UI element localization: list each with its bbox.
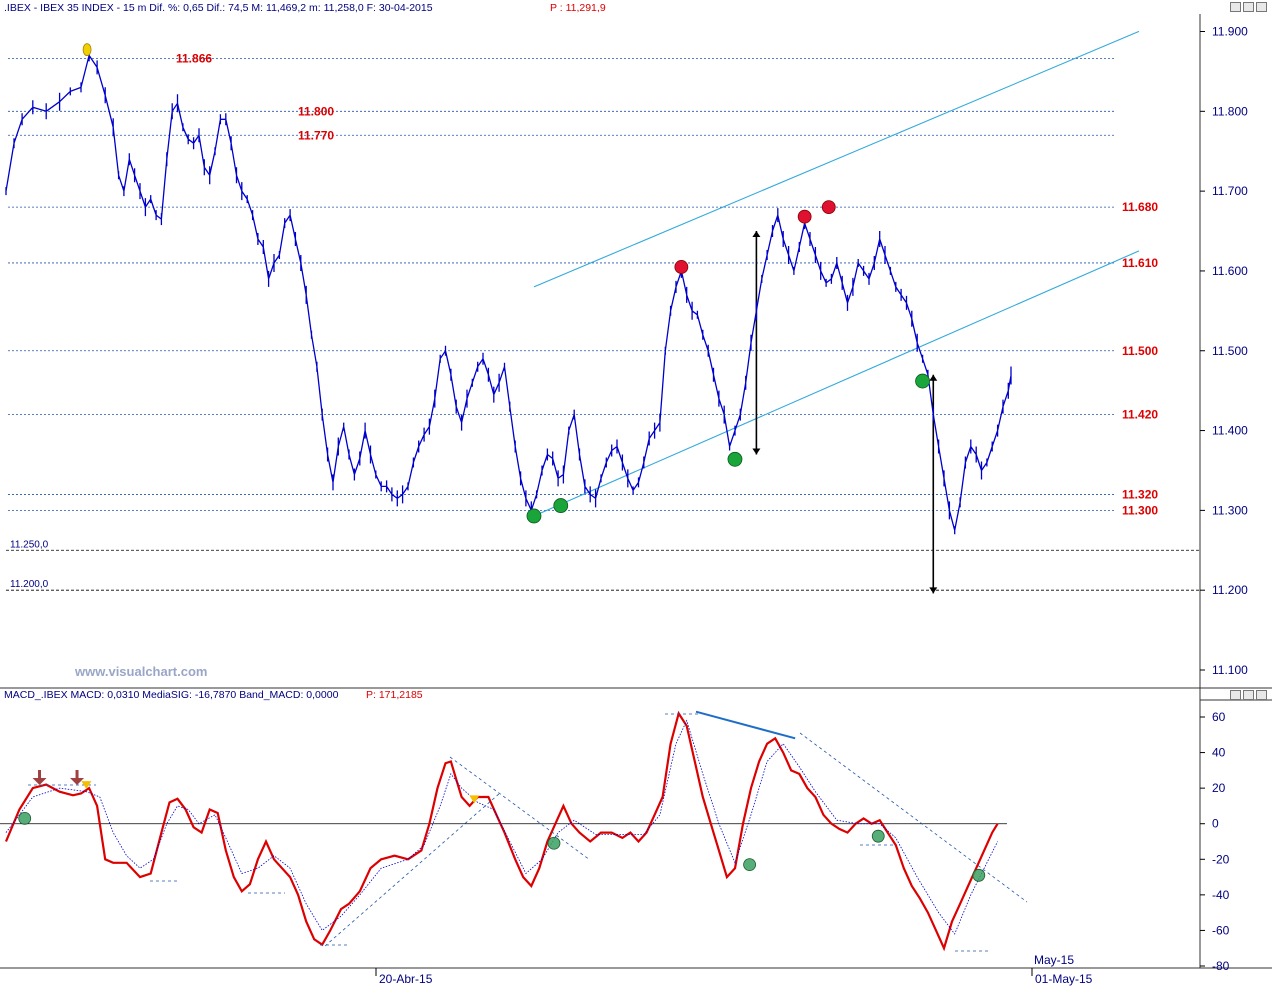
ref-label-0: 11.250,0 — [10, 539, 49, 550]
macd-tick-label-2: 20 — [1212, 781, 1226, 795]
macd-header-info: MACD_.IBEX MACD: 0,0310 MediaSIG: -16,78… — [4, 689, 339, 701]
top-marker — [82, 43, 92, 57]
price-header-last: P : 11,291,9 — [550, 2, 606, 14]
price-header-info: .IBEX - IBEX 35 INDEX - 15 m Dif. %: 0,6… — [4, 2, 433, 14]
price-tick-label-0: 11.900 — [1212, 25, 1248, 39]
watermark: www.visualchart.com — [74, 664, 207, 679]
macd-tick-label-7: -80 — [1212, 959, 1230, 973]
price-tick-label-2: 11.700 — [1212, 184, 1248, 198]
red-circle-2 — [821, 200, 836, 214]
macd-tick-label-5: -40 — [1212, 888, 1230, 902]
level-label-8: 11.300 — [1122, 503, 1158, 517]
price-tick-label-7: 11.200 — [1212, 583, 1248, 597]
macd-tick-label-3: 0 — [1212, 817, 1219, 831]
level-label-4: 11.610 — [1122, 256, 1158, 270]
level-label-3: 11.680 — [1122, 200, 1158, 214]
macd-green-circle-0 — [18, 811, 32, 825]
macd-tick-label-0: 60 — [1212, 710, 1226, 724]
macd-green-circle-4 — [972, 868, 986, 882]
price-minimize-button[interactable] — [1230, 2, 1241, 12]
macd-header-last: P: 171,2185 — [366, 689, 423, 701]
x-label-1: 01-May-15 — [1035, 972, 1093, 986]
x-label-0: 20-Abr-15 — [379, 972, 433, 986]
price-tick-label-1: 11.800 — [1212, 104, 1248, 118]
macd-tick-label-6: -60 — [1212, 923, 1230, 937]
macd-maximize-button[interactable] — [1243, 690, 1254, 700]
ref-label-1: 11.200,0 — [10, 579, 49, 590]
green-circle-2 — [727, 451, 743, 467]
macd-minimize-button[interactable] — [1230, 690, 1241, 700]
macd-close-button[interactable] — [1256, 690, 1267, 700]
level-label-5: 11.500 — [1122, 344, 1158, 358]
x-label-month: May-15 — [1034, 953, 1074, 967]
level-label-2: 11.770 — [298, 128, 334, 142]
macd-green-circle-2 — [743, 858, 756, 872]
red-circle-0 — [674, 260, 689, 274]
price-tick-label-3: 11.600 — [1212, 264, 1248, 278]
price-maximize-button[interactable] — [1243, 2, 1254, 12]
green-circle-0 — [526, 508, 542, 524]
price-tick-label-4: 11.500 — [1212, 344, 1248, 358]
level-label-7: 11.320 — [1122, 487, 1158, 501]
macd-tick-label-1: 40 — [1212, 746, 1226, 760]
price-close-button[interactable] — [1256, 2, 1267, 12]
price-tick-label-8: 11.100 — [1212, 663, 1248, 677]
level-label-0: 11.866 — [176, 52, 212, 66]
macd-green-circle-3 — [871, 829, 885, 843]
level-label-6: 11.420 — [1122, 408, 1158, 422]
green-circle-1 — [553, 498, 569, 513]
green-circle-3 — [915, 373, 930, 389]
level-label-1: 11.800 — [298, 104, 334, 118]
price-tick-label-6: 11.300 — [1212, 503, 1248, 517]
chart-canvas: .IBEX - IBEX 35 INDEX - 15 m Dif. %: 0,6… — [0, 0, 1272, 989]
price-tick-label-5: 11.400 — [1212, 424, 1248, 438]
macd-tick-label-4: -20 — [1212, 852, 1230, 866]
red-circle-1 — [797, 209, 812, 224]
macd-green-circle-1 — [547, 836, 561, 850]
